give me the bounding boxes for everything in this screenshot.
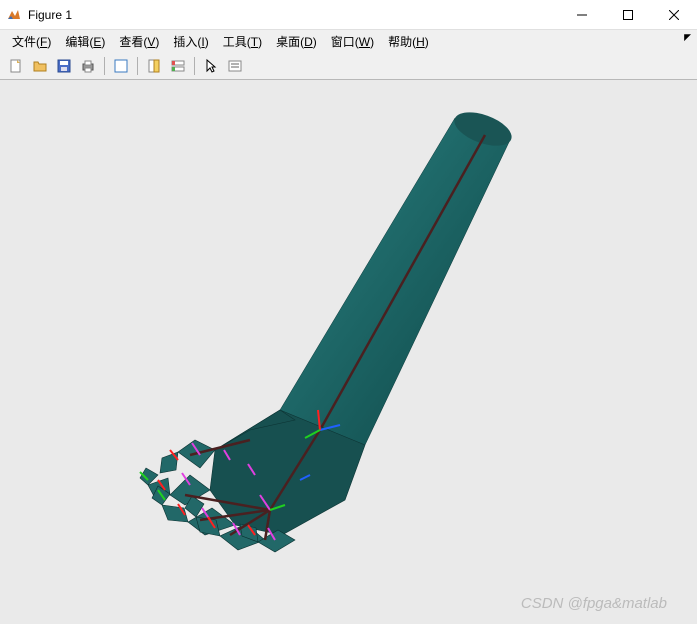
menu-view[interactable]: 查看(V) bbox=[113, 31, 165, 52]
new-file-icon bbox=[8, 58, 24, 74]
minimize-button[interactable] bbox=[559, 0, 605, 30]
menu-tools[interactable]: 工具(T) bbox=[217, 31, 268, 52]
print-icon bbox=[80, 58, 96, 74]
toolbar-separator bbox=[137, 57, 138, 75]
menu-edit[interactable]: 编辑(E) bbox=[59, 31, 111, 52]
window-title: Figure 1 bbox=[28, 8, 72, 22]
menu-insert[interactable]: 插入(I) bbox=[167, 31, 214, 52]
figure-canvas[interactable]: CSDN @fpga&matlab bbox=[0, 80, 697, 624]
print-button[interactable] bbox=[77, 55, 99, 77]
menu-file[interactable]: 文件(F) bbox=[6, 31, 57, 52]
menubar-overflow-icon[interactable]: ◤ bbox=[684, 32, 691, 43]
insert-legend-button[interactable] bbox=[224, 55, 246, 77]
close-button[interactable] bbox=[651, 0, 697, 30]
colorbar-icon bbox=[170, 58, 186, 74]
arm-hand-3d-model bbox=[0, 80, 697, 624]
toolbar-separator bbox=[104, 57, 105, 75]
minimize-icon bbox=[577, 10, 587, 20]
close-icon bbox=[669, 10, 679, 20]
open-folder-icon bbox=[32, 58, 48, 74]
link-icon bbox=[146, 58, 162, 74]
toolbar bbox=[0, 52, 697, 80]
menu-window[interactable]: 窗口(W) bbox=[325, 31, 380, 52]
link-axes-button[interactable] bbox=[143, 55, 165, 77]
open-file-button[interactable] bbox=[29, 55, 51, 77]
edit-plot-icon bbox=[113, 58, 129, 74]
maximize-icon bbox=[623, 10, 633, 20]
edit-plot-button[interactable] bbox=[110, 55, 132, 77]
menu-help[interactable]: 帮助(H) bbox=[382, 31, 435, 52]
window-controls bbox=[559, 0, 697, 29]
menu-desktop[interactable]: 桌面(D) bbox=[270, 31, 323, 52]
pointer-button[interactable] bbox=[200, 55, 222, 77]
menubar: 文件(F) 编辑(E) 查看(V) 插入(I) 工具(T) 桌面(D) 窗口(W… bbox=[0, 30, 697, 52]
insert-colorbar-button[interactable] bbox=[167, 55, 189, 77]
titlebar: Figure 1 bbox=[0, 0, 697, 30]
legend-icon bbox=[227, 58, 243, 74]
matlab-figure-icon bbox=[6, 7, 22, 23]
new-figure-button[interactable] bbox=[5, 55, 27, 77]
save-icon bbox=[56, 58, 72, 74]
save-button[interactable] bbox=[53, 55, 75, 77]
maximize-button[interactable] bbox=[605, 0, 651, 30]
toolbar-separator bbox=[194, 57, 195, 75]
pointer-icon bbox=[203, 58, 219, 74]
